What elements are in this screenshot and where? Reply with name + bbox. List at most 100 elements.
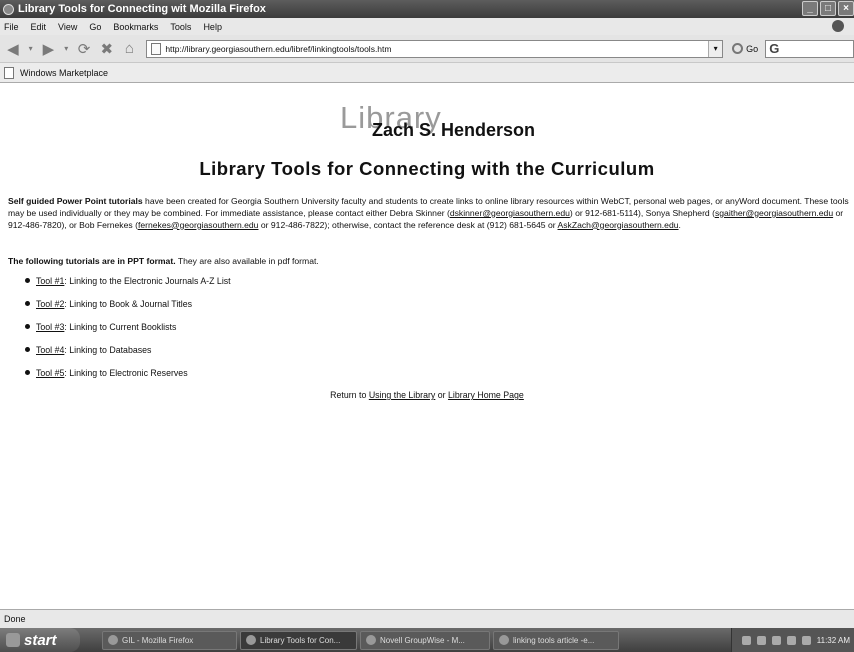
menu-tools[interactable]: Tools bbox=[170, 22, 191, 32]
tray-icon[interactable] bbox=[771, 635, 781, 645]
window-title-bar[interactable]: Library Tools for Connecting wit Mozilla… bbox=[0, 0, 854, 18]
bullet-icon bbox=[25, 278, 30, 283]
list-item: Tool #2: Linking to Book & Journal Title… bbox=[25, 299, 231, 322]
page-icon bbox=[151, 42, 162, 55]
menu-go[interactable]: Go bbox=[89, 22, 101, 32]
tray-icon[interactable] bbox=[741, 635, 751, 645]
logo-library-name: Zach S. Henderson bbox=[372, 120, 536, 140]
reload-icon[interactable]: ⟳ bbox=[74, 39, 94, 59]
menu-file[interactable]: File bbox=[4, 22, 19, 32]
list-item: Tool #3: Linking to Current Booklists bbox=[25, 322, 231, 345]
bullet-icon bbox=[25, 347, 30, 352]
return-mid: or bbox=[435, 390, 449, 400]
bullet-icon bbox=[25, 301, 30, 306]
taskbar-item-gil[interactable]: GIL - Mozilla Firefox bbox=[102, 630, 237, 650]
home-icon[interactable]: ⌂ bbox=[120, 39, 140, 59]
tray-icon[interactable] bbox=[786, 635, 796, 645]
navigation-toolbar: ◀ ▾ ▶ ▾ ⟳ ✖ ⌂ http://library.georgiasout… bbox=[0, 35, 854, 63]
email-link-skinner[interactable]: dskinner@georgiasouthern.edu bbox=[450, 208, 570, 218]
taskbar-item-library-tools[interactable]: Library Tools for Con... bbox=[240, 630, 357, 650]
menu-edit[interactable]: Edit bbox=[31, 22, 47, 32]
taskbar-item-label: GIL - Mozilla Firefox bbox=[122, 635, 194, 645]
groupwise-icon bbox=[366, 635, 376, 645]
window-title: Library Tools for Connecting wit Mozilla… bbox=[18, 3, 266, 15]
window-controls: _ □ × bbox=[802, 1, 854, 16]
firefox-icon bbox=[3, 3, 14, 15]
system-tray: 11:32 AM bbox=[730, 628, 854, 652]
status-text: Done bbox=[4, 614, 26, 624]
email-link-fernekes[interactable]: fernekes@georgiasouthern.edu bbox=[138, 220, 259, 230]
taskbar-item-label: Library Tools for Con... bbox=[260, 635, 341, 645]
go-button[interactable]: Go bbox=[732, 43, 758, 54]
format-note-end: format. bbox=[289, 256, 319, 266]
menu-bookmarks[interactable]: Bookmarks bbox=[113, 22, 158, 32]
go-label: Go bbox=[746, 43, 759, 54]
url-dropdown-icon[interactable]: ▾ bbox=[708, 40, 723, 57]
throbber-icon bbox=[832, 20, 844, 32]
tool-desc-2: : Linking to Book & Journal Titles bbox=[64, 299, 192, 309]
back-dropdown-icon[interactable]: ▾ bbox=[26, 39, 36, 59]
windows-taskbar: start GIL - Mozilla Firefox Library Tool… bbox=[0, 628, 854, 652]
library-logo: Library Zach S. Henderson bbox=[340, 100, 560, 146]
status-bar: Done bbox=[0, 609, 854, 628]
intro-text: ) or 912-681-5114), Sonya Shepherd ( bbox=[569, 207, 715, 218]
bookmark-windows-marketplace[interactable]: Windows Marketplace bbox=[20, 68, 108, 78]
bullet-icon bbox=[25, 324, 30, 329]
address-url[interactable]: http://library.georgiasouthern.edu/libre… bbox=[165, 44, 391, 54]
tool-desc-3: : Linking to Current Booklists bbox=[64, 322, 177, 332]
tool-link-1[interactable]: Tool #1 bbox=[36, 276, 64, 286]
start-button[interactable]: start bbox=[0, 628, 80, 652]
tool-link-4[interactable]: Tool #4 bbox=[36, 345, 64, 355]
intro-text: . bbox=[678, 219, 681, 230]
list-item: Tool #1: Linking to the Electronic Journ… bbox=[25, 276, 231, 299]
email-link-shepherd[interactable]: sgaither@georgiasouthern.edu bbox=[715, 208, 833, 218]
taskbar-item-linking-tools-article[interactable]: linking tools article -e... bbox=[493, 630, 619, 650]
library-home-link[interactable]: Library Home Page bbox=[448, 390, 524, 400]
close-button[interactable]: × bbox=[838, 1, 854, 16]
tool-desc-4: : Linking to Databases bbox=[64, 345, 152, 355]
forward-dropdown-icon[interactable]: ▾ bbox=[61, 39, 71, 59]
tool-desc-1: : Linking to the Electronic Journals A-Z… bbox=[64, 276, 231, 286]
pdf-link[interactable]: pdf bbox=[278, 256, 290, 266]
taskbar-item-groupwise[interactable]: Novell GroupWise - M... bbox=[360, 630, 490, 650]
return-links: Return to Using the Library or Library H… bbox=[0, 390, 854, 400]
document-icon bbox=[499, 635, 509, 645]
taskbar-item-label: linking tools article -e... bbox=[513, 635, 595, 645]
intro-bold-lead: Self guided Power Point tutorials bbox=[8, 196, 143, 206]
tool-desc-5: : Linking to Electronic Reserves bbox=[64, 368, 188, 378]
taskbar-item-label: Novell GroupWise - M... bbox=[380, 635, 465, 645]
page-title: Library Tools for Connecting with the Cu… bbox=[199, 158, 655, 179]
page-content: Library Zach S. Henderson Library Tools … bbox=[0, 84, 854, 609]
intro-text: or 912-486-7822); otherwise, contact the… bbox=[258, 219, 558, 230]
list-item: Tool #4: Linking to Databases bbox=[25, 345, 231, 368]
firefox-icon bbox=[108, 635, 118, 645]
quick-launch bbox=[80, 628, 102, 652]
intro-paragraph: Self guided Power Point tutorials have b… bbox=[8, 196, 852, 231]
forward-arrow-icon[interactable]: ▶ bbox=[39, 39, 59, 59]
using-library-link[interactable]: Using the Library bbox=[369, 390, 436, 400]
tool-link-5[interactable]: Tool #5 bbox=[36, 368, 64, 378]
bookmarks-toolbar: Windows Marketplace bbox=[0, 63, 854, 83]
format-note-bold: The following tutorials are in PPT forma… bbox=[8, 256, 176, 266]
format-note-text: They are also available in bbox=[175, 256, 278, 266]
windows-flag-icon bbox=[6, 633, 20, 647]
back-arrow-icon[interactable]: ◀ bbox=[3, 39, 23, 59]
menu-bar: File Edit View Go Bookmarks Tools Help bbox=[0, 18, 854, 35]
search-input[interactable]: G bbox=[765, 39, 854, 58]
email-link-askzach[interactable]: AskZach@georgiasouthern.edu bbox=[558, 220, 679, 230]
minimize-button[interactable]: _ bbox=[802, 1, 818, 16]
maximize-button[interactable]: □ bbox=[820, 1, 836, 16]
tools-list: Tool #1: Linking to the Electronic Journ… bbox=[25, 276, 231, 391]
tool-link-3[interactable]: Tool #3 bbox=[36, 322, 64, 332]
tray-icon[interactable] bbox=[756, 635, 766, 645]
stop-icon[interactable]: ✖ bbox=[97, 39, 117, 59]
bookmark-page-icon bbox=[4, 66, 14, 79]
clock: 11:32 AM bbox=[816, 635, 850, 645]
menu-view[interactable]: View bbox=[58, 22, 77, 32]
bullet-icon bbox=[25, 370, 30, 375]
address-bar[interactable]: http://library.georgiasouthern.edu/libre… bbox=[146, 39, 724, 58]
go-icon bbox=[732, 43, 744, 54]
tool-link-2[interactable]: Tool #2 bbox=[36, 299, 64, 309]
tray-icon[interactable] bbox=[801, 635, 811, 645]
menu-help[interactable]: Help bbox=[203, 22, 222, 32]
